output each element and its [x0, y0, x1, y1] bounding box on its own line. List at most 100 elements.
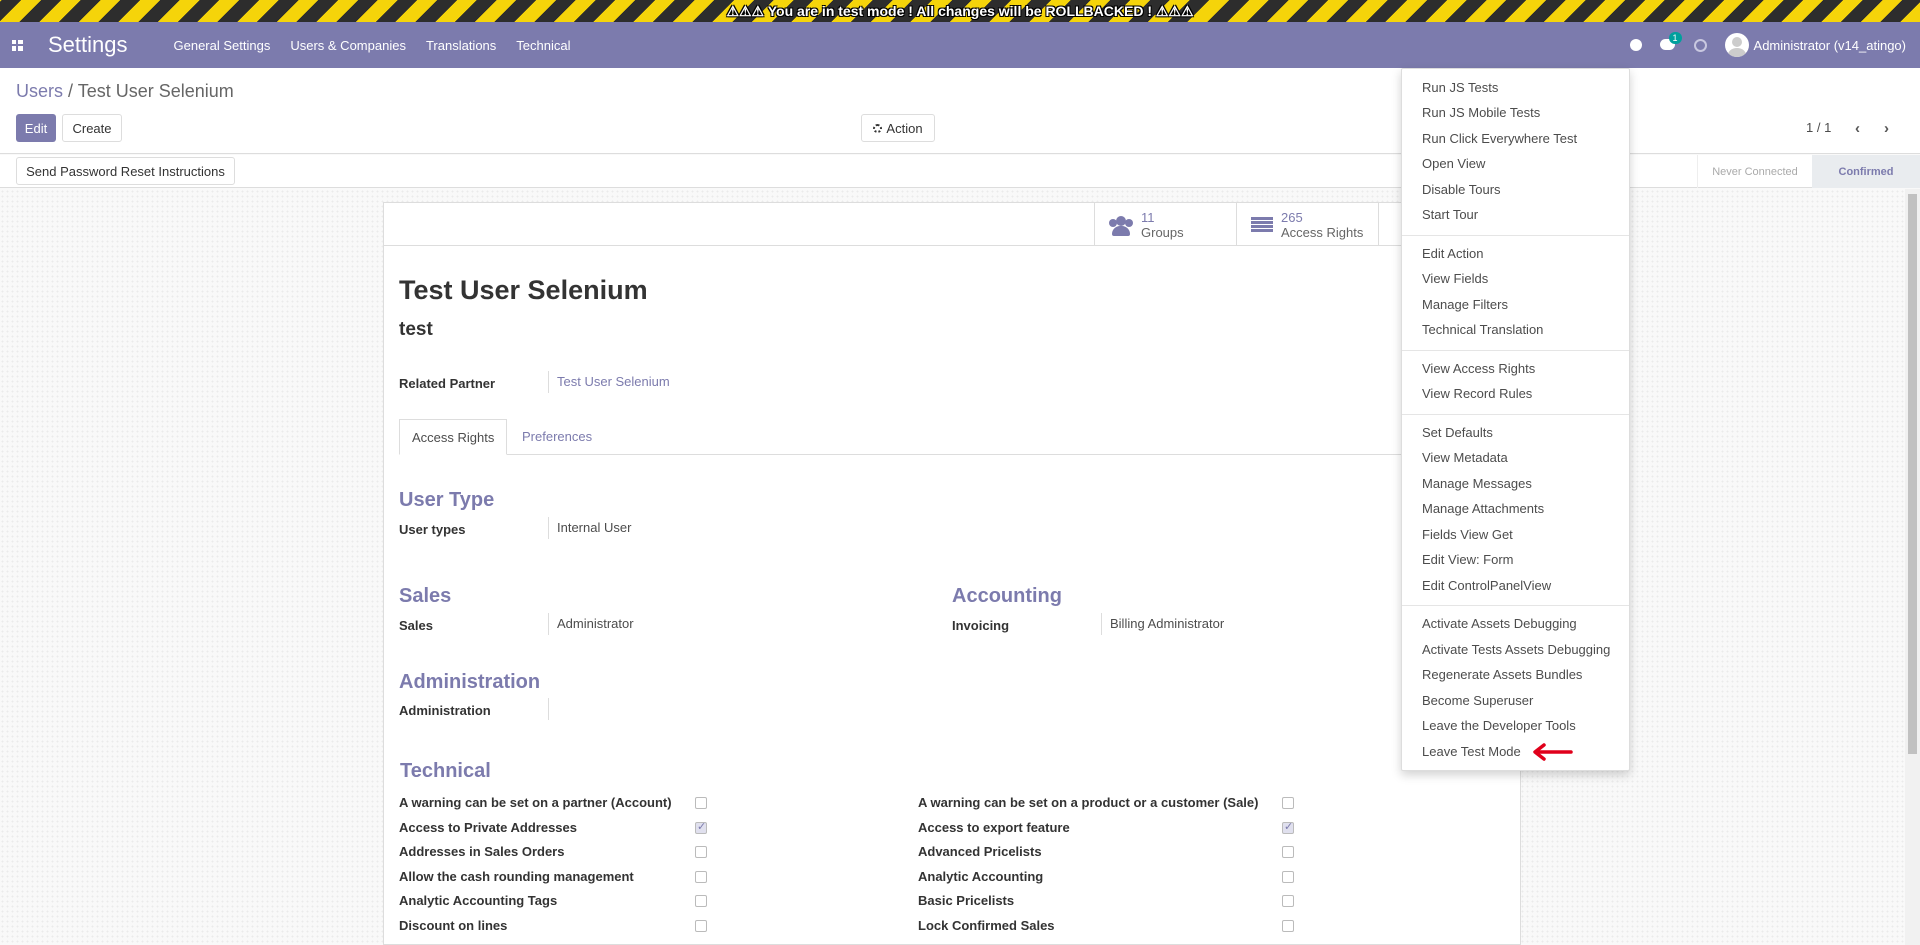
menu-technical-translation[interactable]: Technical Translation [1422, 322, 1543, 337]
technical-option-checkbox[interactable] [695, 871, 707, 883]
stage-confirmed[interactable]: Confirmed [1812, 155, 1920, 188]
menu-view-record-rules[interactable]: View Record Rules [1422, 386, 1532, 401]
menu-edit-action[interactable]: Edit Action [1422, 246, 1483, 261]
vertical-scrollbar[interactable] [1905, 189, 1920, 945]
debug-bug-icon[interactable] [1629, 39, 1642, 51]
pager-value[interactable]: 1 / 1 [1806, 120, 1831, 135]
user-menu[interactable]: Administrator (v14_atingo) [1724, 33, 1906, 57]
sales-section-title: Sales [399, 585, 452, 607]
menu-manage-filters[interactable]: Manage Filters [1422, 297, 1508, 312]
user-types-value[interactable]: Internal User [548, 517, 631, 539]
technical-option-checkbox[interactable] [1282, 920, 1294, 932]
user-type-section-title: User Type [399, 489, 495, 511]
scrollbar-thumb[interactable] [1908, 194, 1917, 754]
tab-access-rights[interactable]: Access Rights [399, 419, 508, 455]
groups-stat-button[interactable]: 11 Groups [1094, 203, 1236, 246]
administration-label: Administration [399, 703, 491, 718]
groups-label: Groups [1141, 224, 1184, 240]
technical-option-checkbox[interactable] [1282, 871, 1294, 883]
control-panel: Users / Test User Selenium Edit Create A… [0, 68, 1920, 154]
technical-option-checkbox[interactable] [695, 846, 707, 858]
activity-clock-icon[interactable] [1693, 38, 1707, 52]
menu-translations[interactable]: Translations [426, 38, 496, 53]
create-button[interactable]: Create [62, 114, 122, 142]
test-mode-banner-text: ⚠⚠⚠ You are in test mode ! All changes w… [726, 2, 1194, 19]
menu-divider [1402, 235, 1629, 236]
app-brand[interactable]: Settings [48, 32, 128, 58]
menu-view-access-rights[interactable]: View Access Rights [1422, 361, 1535, 376]
edit-button[interactable]: Edit [16, 114, 56, 142]
user-name-title[interactable]: Test User Selenium [399, 275, 648, 306]
send-password-reset-button[interactable]: Send Password Reset Instructions [16, 157, 235, 185]
menu-start-tour[interactable]: Start Tour [1422, 207, 1478, 222]
breadcrumb-users[interactable]: Users [16, 81, 63, 101]
technical-option-label: Lock Confirmed Sales [918, 918, 1055, 933]
menu-activate-tests-assets-debugging[interactable]: Activate Tests Assets Debugging [1422, 642, 1610, 657]
test-mode-banner: ⚠⚠⚠ You are in test mode ! All changes w… [0, 0, 1920, 22]
list-icon [1251, 216, 1273, 233]
administration-value[interactable] [548, 698, 557, 720]
menu-run-js-mobile-tests[interactable]: Run JS Mobile Tests [1422, 105, 1540, 120]
user-login[interactable]: test [399, 319, 433, 341]
avatar [1724, 33, 1749, 57]
pager-previous-icon[interactable]: ‹ [1855, 120, 1860, 137]
technical-option-checkbox[interactable] [1282, 846, 1294, 858]
menu-users-companies[interactable]: Users & Companies [290, 38, 406, 53]
breadcrumb-current: Test User Selenium [77, 81, 234, 101]
pager-next-icon[interactable]: › [1884, 120, 1889, 137]
menu-set-defaults[interactable]: Set Defaults [1422, 425, 1493, 440]
menu-divider [1402, 605, 1629, 606]
menu-become-superuser[interactable]: Become Superuser [1422, 693, 1533, 708]
sales-value[interactable]: Administrator [548, 613, 634, 635]
apps-menu-icon[interactable] [0, 22, 34, 68]
menu-edit-controlpanelview[interactable]: Edit ControlPanelView [1422, 578, 1551, 593]
invoicing-label: Invoicing [952, 618, 1010, 633]
access-rights-label: Access Rights [1281, 224, 1364, 240]
breadcrumb-separator: / [68, 81, 74, 101]
technical-option-checkbox[interactable] [1282, 820, 1294, 834]
technical-option-label: A warning can be set on a product or a c… [918, 795, 1259, 810]
menu-leave-developer-tools[interactable]: Leave the Developer Tools [1422, 718, 1576, 733]
technical-option-label: Addresses in Sales Orders [399, 844, 565, 859]
technical-option-checkbox[interactable] [1282, 797, 1294, 809]
menu-view-fields[interactable]: View Fields [1422, 271, 1488, 286]
menu-fields-view-get[interactable]: Fields View Get [1422, 527, 1513, 542]
menu-general-settings[interactable]: General Settings [174, 38, 271, 53]
technical-option-checkbox[interactable] [695, 895, 707, 907]
menu-divider [1402, 414, 1629, 415]
form-statusbar: Send Password Reset Instructions Never C… [0, 155, 1920, 188]
menu-divider [1402, 350, 1629, 351]
menu-activate-assets-debugging[interactable]: Activate Assets Debugging [1422, 616, 1577, 631]
stage-never-connected[interactable]: Never Connected [1697, 155, 1812, 188]
technical-option-checkbox[interactable] [1282, 895, 1294, 907]
tab-preferences[interactable]: Preferences [510, 419, 604, 455]
technical-option-label: A warning can be set on a partner (Accou… [399, 795, 672, 810]
menu-disable-tours[interactable]: Disable Tours [1422, 182, 1501, 197]
menu-technical[interactable]: Technical [516, 38, 570, 53]
action-button[interactable]: Action [861, 114, 935, 142]
menu-regenerate-assets-bundles[interactable]: Regenerate Assets Bundles [1422, 667, 1582, 682]
menu-view-metadata[interactable]: View Metadata [1422, 450, 1508, 465]
access-rights-stat-button[interactable]: 265 Access Rights [1236, 203, 1378, 246]
technical-option-checkbox[interactable] [695, 797, 707, 809]
messages-icon[interactable]: 1 [1659, 32, 1682, 51]
technical-option-label: Access to Private Addresses [399, 820, 578, 835]
technical-option-checkbox[interactable] [695, 820, 707, 834]
stat-button-box: 11 Groups 265 Access Rights [384, 203, 1520, 246]
action-label: Action [886, 120, 923, 136]
technical-option-label: Analytic Accounting Tags [399, 893, 558, 908]
menu-run-js-tests[interactable]: Run JS Tests [1422, 80, 1498, 95]
menu-leave-test-mode[interactable]: Leave Test Mode [1422, 744, 1521, 759]
menu-manage-messages[interactable]: Manage Messages [1422, 476, 1532, 491]
menu-manage-attachments[interactable]: Manage Attachments [1422, 501, 1544, 516]
related-partner-link[interactable]: Test User Selenium [548, 371, 670, 393]
form-sheet: 11 Groups 265 Access Rights Test User Se… [383, 202, 1521, 945]
accounting-section-title: Accounting [952, 585, 1062, 607]
menu-open-view[interactable]: Open View [1422, 156, 1485, 171]
invoicing-value[interactable]: Billing Administrator [1101, 613, 1224, 635]
technical-option-checkbox[interactable] [695, 920, 707, 932]
menu-run-click-everywhere-test[interactable]: Run Click Everywhere Test [1422, 131, 1577, 146]
groups-count: 11 [1141, 209, 1155, 225]
related-partner-label: Related Partner [399, 376, 496, 391]
menu-edit-view-form[interactable]: Edit View: Form [1422, 552, 1514, 567]
